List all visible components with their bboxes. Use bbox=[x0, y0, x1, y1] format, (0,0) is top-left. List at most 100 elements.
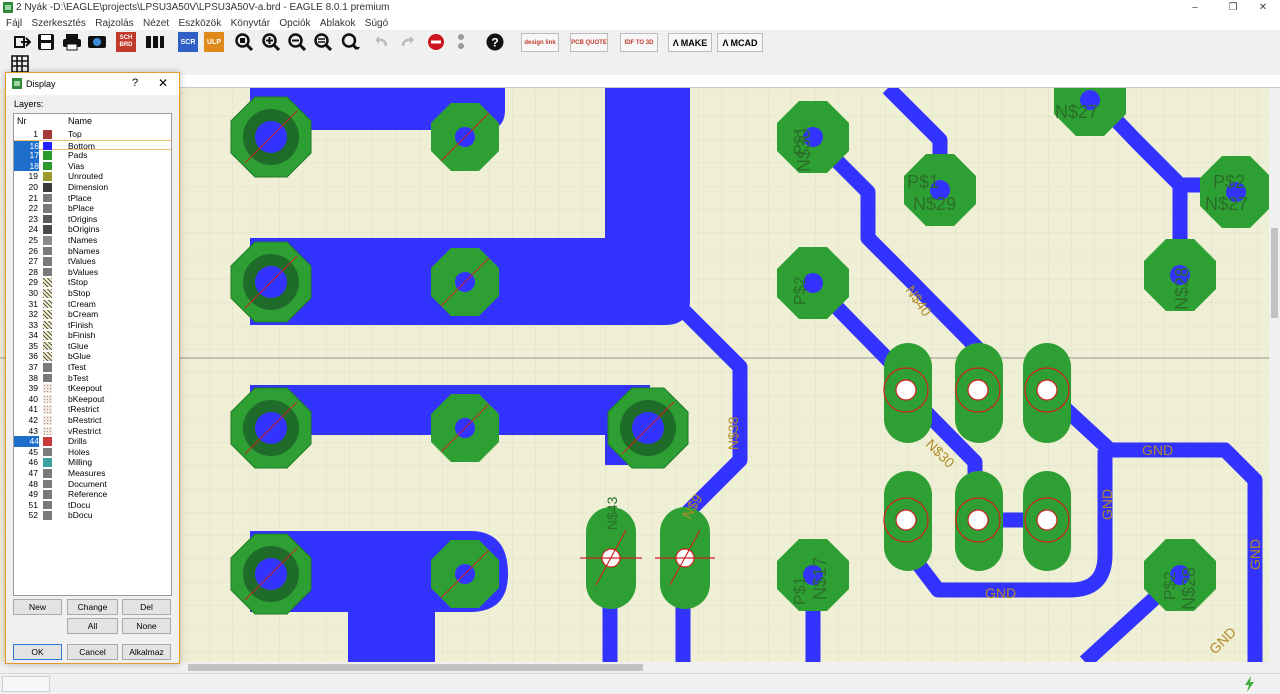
vertical-scrollbar[interactable] bbox=[1269, 88, 1280, 662]
pcb-quote-button[interactable]: PCB QUOTE bbox=[570, 33, 608, 52]
command-line[interactable] bbox=[178, 75, 1280, 88]
menu-draw[interactable]: Rajzolás bbox=[95, 16, 133, 31]
layer-row[interactable]: 51 tDocu bbox=[14, 500, 171, 511]
select-all-button[interactable]: All bbox=[67, 618, 118, 634]
make-button[interactable]: Λ MAKE bbox=[668, 33, 712, 52]
column-header-nr[interactable]: Nr bbox=[17, 116, 27, 126]
lightning-icon[interactable] bbox=[1243, 676, 1257, 692]
layer-name: Unrouted bbox=[68, 171, 103, 182]
open-icon[interactable] bbox=[12, 32, 32, 52]
layer-row[interactable]: 37 tTest bbox=[14, 362, 171, 373]
layer-row[interactable]: 44 Drills bbox=[14, 436, 171, 447]
zoom-out-icon[interactable] bbox=[287, 32, 307, 52]
menu-library[interactable]: Könyvtár bbox=[231, 16, 270, 31]
layer-number: 37 bbox=[28, 362, 38, 373]
menu-help[interactable]: Súgó bbox=[365, 16, 388, 31]
sch-brd-switch-icon[interactable]: SCH BRD bbox=[116, 32, 136, 52]
dialog-help-button[interactable]: ? bbox=[132, 77, 138, 89]
layer-row[interactable]: 25 tNames bbox=[14, 235, 171, 246]
layer-row[interactable]: 41 tRestrict bbox=[14, 404, 171, 415]
save-icon[interactable] bbox=[36, 32, 56, 52]
layer-row[interactable]: 38 bTest bbox=[14, 373, 171, 384]
layer-row[interactable]: 42 bRestrict bbox=[14, 415, 171, 426]
print-icon[interactable] bbox=[62, 32, 82, 52]
cancel-button[interactable]: Cancel bbox=[67, 644, 118, 660]
help-icon[interactable]: ? bbox=[485, 32, 505, 52]
svg-text:?: ? bbox=[491, 36, 498, 50]
design-link-button[interactable]: design link bbox=[521, 33, 559, 52]
idf-to-3d-button[interactable]: IDF TO 3D bbox=[620, 33, 658, 52]
layer-row[interactable]: 23 tOrigins bbox=[14, 214, 171, 225]
select-none-button[interactable]: None bbox=[122, 618, 171, 634]
grid-icon[interactable] bbox=[10, 54, 30, 74]
layer-row[interactable]: 39 tKeepout bbox=[14, 383, 171, 394]
layer-name: Drills bbox=[68, 436, 87, 447]
close-window-button[interactable]: ✕ bbox=[1246, 0, 1280, 15]
horizontal-scrollbar[interactable] bbox=[0, 662, 1269, 673]
menu-windows[interactable]: Ablakok bbox=[320, 16, 356, 31]
board-canvas[interactable]: N$29 P$1 N$27 P$2 N$27 N$30 P$1 P$2 N$28… bbox=[0, 88, 1269, 662]
layer-list[interactable]: Nr Name 1 Top 16 Bottom 17 Pads 18 Vias 19 Unrout… bbox=[13, 113, 172, 596]
layer-row[interactable]: 16 Bottom bbox=[14, 139, 171, 152]
layer-row[interactable]: 21 tPlace bbox=[14, 193, 171, 204]
layer-row[interactable]: 17 Pads bbox=[14, 150, 171, 161]
menu-options[interactable]: Opciók bbox=[279, 16, 310, 31]
redo-icon[interactable] bbox=[398, 32, 418, 52]
layer-row[interactable]: 48 Document bbox=[14, 479, 171, 490]
layer-row[interactable]: 49 Reference bbox=[14, 489, 171, 500]
go-icon[interactable] bbox=[451, 32, 471, 52]
undo-icon[interactable] bbox=[371, 32, 391, 52]
layer-row[interactable]: 18 Vias bbox=[14, 160, 171, 172]
layer-row[interactable]: 22 bPlace bbox=[14, 203, 171, 214]
maximize-button[interactable]: ❐ bbox=[1216, 0, 1250, 15]
column-header-name[interactable]: Name bbox=[68, 116, 92, 126]
layer-row[interactable]: 36 bGlue bbox=[14, 351, 171, 362]
layer-row[interactable]: 26 bNames bbox=[14, 246, 171, 257]
layer-row[interactable]: 20 Dimension bbox=[14, 182, 171, 193]
zoom-in-icon[interactable] bbox=[261, 32, 281, 52]
script-button[interactable]: SCR bbox=[178, 32, 198, 52]
stop-icon[interactable] bbox=[426, 32, 446, 52]
layer-row[interactable]: 24 bOrigins bbox=[14, 224, 171, 235]
zoom-select-icon[interactable] bbox=[341, 32, 361, 52]
layer-row[interactable]: 32 bCream bbox=[14, 309, 171, 320]
layer-row[interactable]: 52 bDocu bbox=[14, 510, 171, 521]
delete-layer-button[interactable]: Del bbox=[122, 599, 171, 615]
menu-file[interactable]: Fájl bbox=[6, 16, 22, 31]
layer-row[interactable]: 33 tFinish bbox=[14, 320, 171, 331]
mcad-button[interactable]: Λ MCAD bbox=[717, 33, 763, 52]
vertical-scroll-thumb[interactable] bbox=[1271, 228, 1278, 318]
menu-view[interactable]: Nézet bbox=[143, 16, 169, 31]
menu-edit[interactable]: Szerkesztés bbox=[31, 16, 85, 31]
ok-button[interactable]: OK bbox=[13, 644, 62, 660]
layer-row[interactable]: 19 Unrouted bbox=[14, 171, 171, 182]
horizontal-scroll-thumb[interactable] bbox=[188, 664, 643, 671]
layer-color-swatch bbox=[43, 373, 52, 383]
dialog-close-button[interactable]: ✕ bbox=[158, 76, 168, 90]
layer-row[interactable]: 31 tCream bbox=[14, 299, 171, 310]
menu-tools[interactable]: Eszközök bbox=[178, 16, 221, 31]
layers-icon[interactable] bbox=[145, 32, 165, 52]
apply-button[interactable]: Alkalmaz bbox=[122, 644, 171, 660]
layer-row[interactable]: 34 bFinish bbox=[14, 330, 171, 341]
layer-row[interactable]: 47 Measures bbox=[14, 468, 171, 479]
layer-row[interactable]: 40 bKeepout bbox=[14, 394, 171, 405]
layer-row[interactable]: 29 tStop bbox=[14, 277, 171, 288]
zoom-fit-icon[interactable] bbox=[234, 32, 254, 52]
layer-row[interactable]: 30 bStop bbox=[14, 288, 171, 299]
layer-row[interactable]: 46 Milling bbox=[14, 457, 171, 468]
layer-row[interactable]: 28 bValues bbox=[14, 267, 171, 278]
layer-row[interactable]: 35 tGlue bbox=[14, 341, 171, 352]
layer-color-swatch bbox=[43, 384, 52, 393]
layer-row[interactable]: 45 Holes bbox=[14, 447, 171, 458]
layer-row[interactable]: 43 vRestrict bbox=[14, 426, 171, 437]
minimize-button[interactable]: – bbox=[1178, 0, 1212, 15]
cam-processor-icon[interactable] bbox=[87, 32, 107, 52]
ulp-button[interactable]: ULP bbox=[204, 32, 224, 52]
new-layer-button[interactable]: New bbox=[13, 599, 62, 615]
zoom-redraw-icon[interactable] bbox=[313, 32, 333, 52]
layer-row[interactable]: 1 Top bbox=[14, 129, 171, 140]
display-dialog-icon bbox=[12, 78, 22, 89]
layer-row[interactable]: 27 tValues bbox=[14, 256, 171, 267]
change-layer-button[interactable]: Change bbox=[67, 599, 118, 615]
